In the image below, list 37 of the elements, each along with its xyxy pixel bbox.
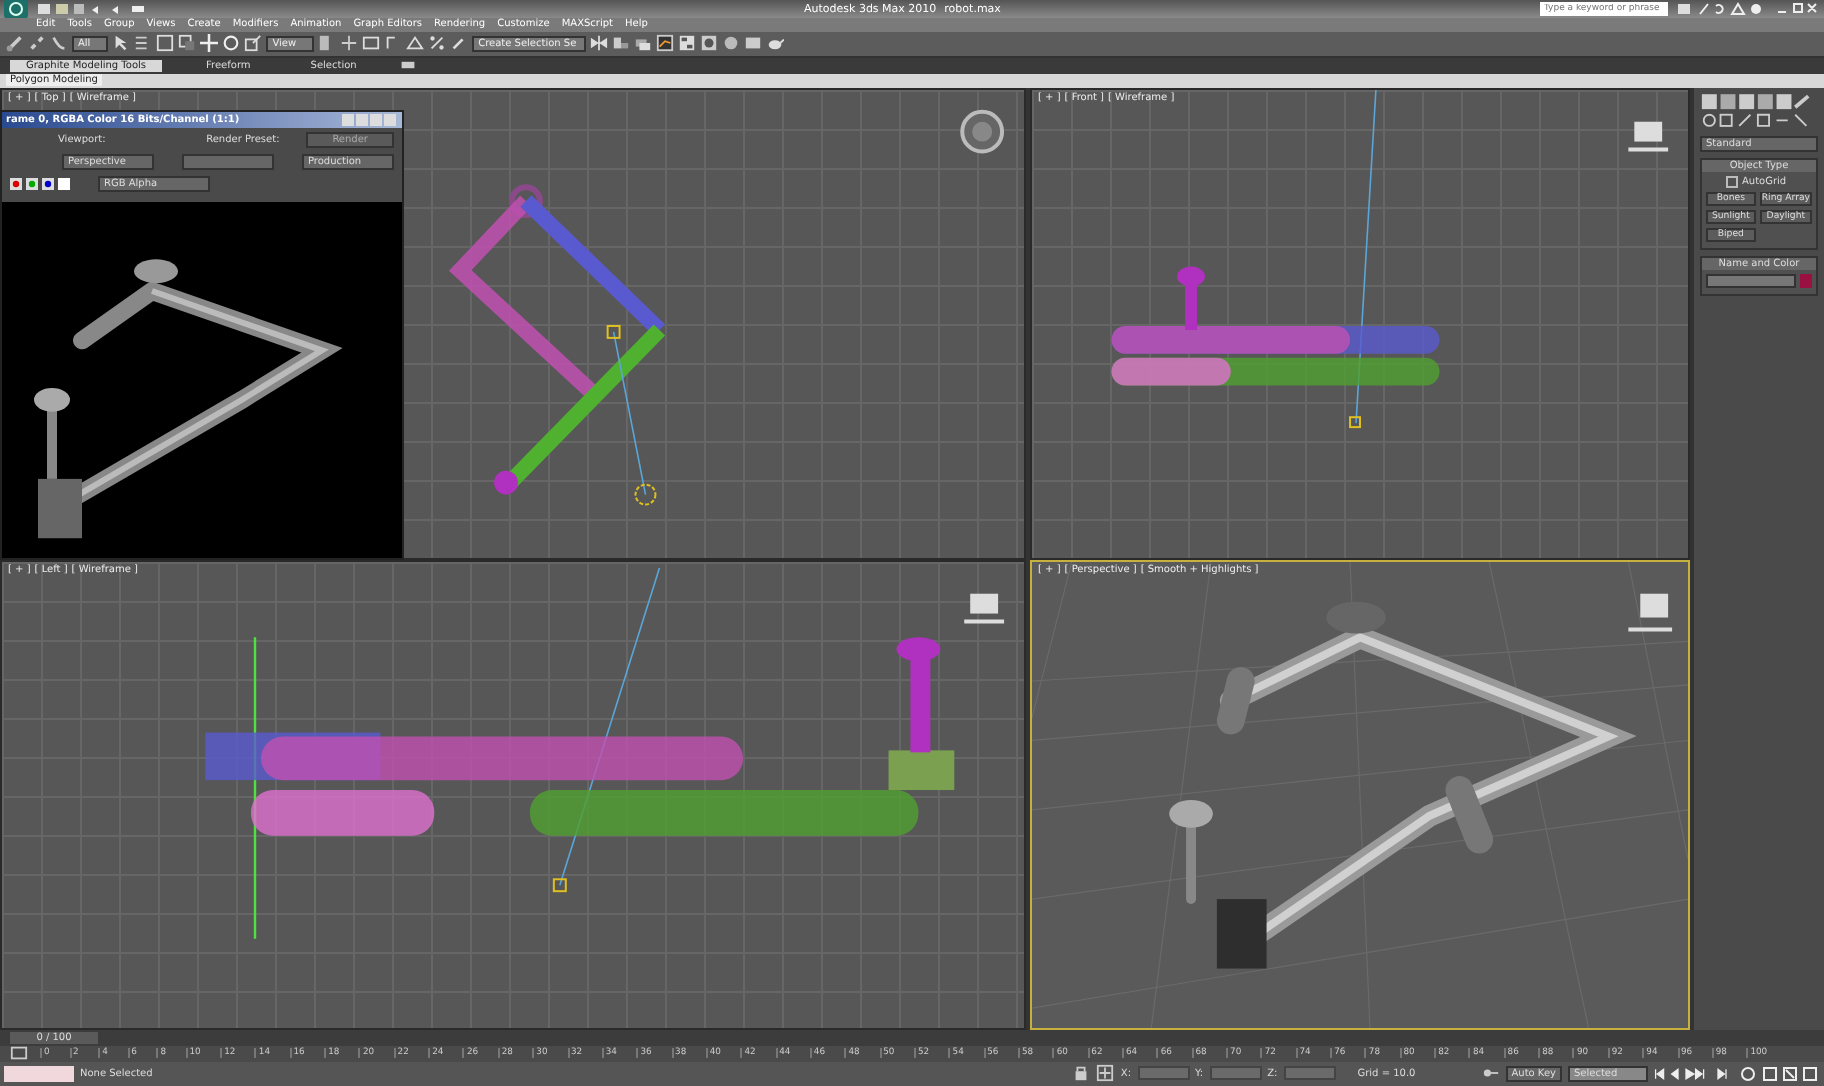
material-editor-icon[interactable]	[700, 34, 719, 53]
autogrid-checkbox[interactable]	[1726, 176, 1738, 189]
ribbon-toggle-icon[interactable]	[400, 60, 417, 71]
crosshair-icon[interactable]	[1096, 1064, 1115, 1083]
move-icon[interactable]	[200, 34, 219, 53]
steering-wheel-icon[interactable]	[960, 110, 1005, 154]
schematic-icon[interactable]	[678, 34, 697, 53]
cursor-icon[interactable]	[112, 34, 131, 53]
navigation-controls-icon[interactable]	[1740, 1065, 1820, 1082]
scale-icon[interactable]	[244, 34, 263, 53]
percent-snap-icon[interactable]	[428, 34, 447, 53]
y-coordinate-field[interactable]	[1209, 1066, 1262, 1081]
teapot-icon[interactable]	[766, 34, 785, 53]
lock-icon[interactable]	[1072, 1064, 1091, 1083]
x-coordinate-field[interactable]	[1137, 1066, 1190, 1081]
rectangle-icon[interactable]	[156, 34, 175, 53]
monitor-icon[interactable]	[362, 34, 381, 53]
maxscript-listener-field[interactable]	[4, 1065, 74, 1082]
key-icon[interactable]	[1481, 1064, 1500, 1083]
panel-tabs-icons[interactable]	[1700, 92, 1812, 131]
align-icon[interactable]	[612, 34, 631, 53]
layers-icon[interactable]	[634, 34, 653, 53]
link-icon[interactable]	[6, 34, 24, 53]
z-coordinate-field[interactable]	[1283, 1066, 1336, 1081]
window-select-icon[interactable]	[178, 34, 197, 53]
rotate-icon[interactable]	[222, 34, 241, 53]
name-field[interactable]	[1706, 274, 1796, 289]
color-channels-icon[interactable]	[10, 177, 70, 190]
mirror-icon[interactable]	[590, 34, 609, 53]
curve-editor-icon[interactable]	[10, 1044, 28, 1063]
unlink-icon[interactable]	[28, 34, 46, 53]
graph-icon[interactable]	[656, 34, 675, 53]
app-logo-icon[interactable]	[4, 0, 28, 18]
list-icon[interactable]	[134, 34, 153, 53]
color-swatch[interactable]	[1800, 274, 1812, 289]
window-controls-icon[interactable]	[1776, 2, 1820, 16]
angle-snap-icon[interactable]	[406, 34, 425, 53]
